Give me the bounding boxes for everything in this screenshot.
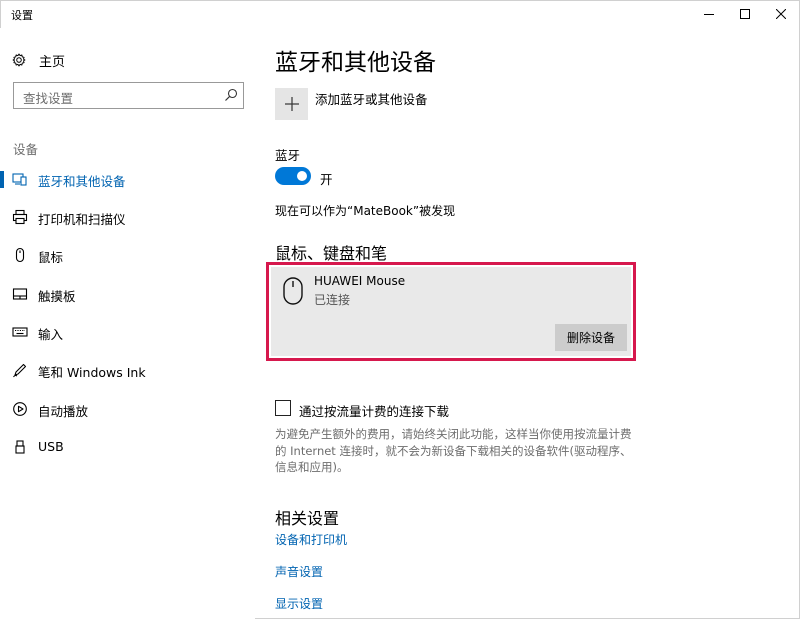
toggle-knob [297,171,307,181]
device-card-huawei-mouse[interactable]: HUAWEI Mouse 已连接 删除设备 [266,262,636,361]
sidebar-item-label: USB [38,439,64,454]
sidebar-item-label: 鼠标 [38,250,64,265]
page-title: 蓝牙和其他设备 [275,50,436,76]
pen-icon [13,363,27,378]
autoplay-icon [13,402,27,416]
sidebar-item-label: 蓝牙和其他设备 [38,174,126,189]
add-device-label[interactable]: 添加蓝牙或其他设备 [315,89,428,108]
search-icon[interactable] [224,88,238,102]
metered-description: 为避免产生额外的费用，请始终关闭此功能，这样当你使用按流量计费的 Interne… [275,427,632,474]
mouse-icon [283,277,303,305]
sidebar-item-label: 自动播放 [38,404,89,419]
related-settings-heading: 相关设置 [275,509,340,528]
link-devices-printers[interactable]: 设备和打印机 [275,531,347,548]
device-card-body: HUAWEI Mouse 已连接 删除设备 [271,267,631,356]
search-placeholder: 查找设置 [23,91,74,106]
sidebar-item-label: 输入 [38,327,64,342]
sidebar-item-autoplay[interactable]: 自动播放 [0,394,255,424]
main-content: 蓝牙和其他设备 添加蓝牙或其他设备 蓝牙 开 现在可以作为“MateBook”被… [255,28,800,619]
sidebar-item-mouse[interactable]: 鼠标 [0,240,255,270]
link-display-settings[interactable]: 显示设置 [275,595,323,612]
add-device-button[interactable] [275,88,308,120]
title-bar: 设置 [0,0,800,28]
bluetooth-state: 开 [320,172,333,187]
minimize-icon [704,14,714,15]
device-status: 已连接 [314,293,351,307]
bluetooth-devices-icon [12,173,27,186]
window-title: 设置 [11,9,33,22]
mouse-icon [15,247,25,263]
home-label: 主页 [39,54,66,70]
plus-icon [284,97,299,111]
bluetooth-label: 蓝牙 [275,148,301,163]
mouse-keyboard-pen-heading: 鼠标、键盘和笔 [275,244,388,263]
sidebar-item-pen[interactable]: 笔和 Windows Ink [0,355,255,385]
maximize-icon [740,9,750,19]
device-name: HUAWEI Mouse [314,274,406,288]
sidebar-item-label: 笔和 Windows Ink [38,365,146,380]
remove-device-button[interactable]: 删除设备 [555,324,627,351]
touchpad-icon [12,288,28,300]
metered-download-label[interactable]: 通过按流量计费的连接下载 [299,401,449,420]
keyboard-icon [12,327,28,337]
bluetooth-toggle[interactable] [275,167,311,185]
metered-download-checkbox[interactable] [275,400,291,416]
close-button[interactable] [758,0,800,28]
link-sound-settings[interactable]: 声音设置 [275,563,323,580]
sidebar-item-bluetooth[interactable]: 蓝牙和其他设备 [0,164,255,194]
sidebar: 主页 查找设置 设备 蓝牙和其他设备 打印机和扫描仪 鼠标 触摸板 输入 笔和 … [0,28,255,619]
sidebar-item-printers[interactable]: 打印机和扫描仪 [0,202,255,232]
sidebar-item-usb[interactable]: USB [0,432,255,462]
close-icon [776,9,786,19]
gear-icon [12,53,26,67]
sidebar-item-label: 触摸板 [38,289,76,304]
sidebar-item-touchpad[interactable]: 触摸板 [0,279,255,309]
discoverable-text: 现在可以作为“MateBook”被发现 [275,204,456,218]
sidebar-item-label: 打印机和扫描仪 [38,212,126,227]
devices-section-label: 设备 [13,142,39,157]
search-input[interactable]: 查找设置 [13,82,244,109]
home-link[interactable]: 主页 [12,50,65,70]
usb-icon [15,440,25,454]
printer-icon [12,209,28,225]
sidebar-item-typing[interactable]: 输入 [0,317,255,347]
